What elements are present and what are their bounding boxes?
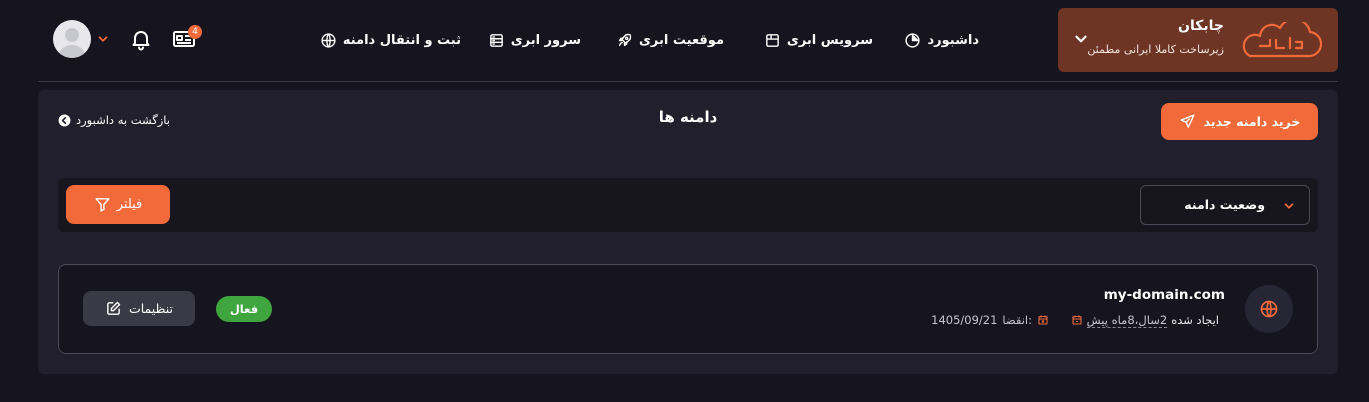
avatar[interactable] — [53, 20, 91, 58]
created-label: ایجاد شده — [1171, 313, 1219, 327]
globe-icon — [321, 32, 336, 48]
top-navbar: چابکان زیرساخت کاملا ایرانی مطمئن داشبور… — [0, 0, 1369, 80]
filter-button[interactable]: فیلتر — [66, 185, 170, 224]
filter-button-label: فیلتر — [116, 197, 143, 212]
status-badge: فعال — [216, 296, 272, 322]
domains-panel: خرید دامنه جدید دامنه ها بازگشت به داشبو… — [38, 90, 1338, 374]
rocket-icon — [618, 33, 632, 46]
page-title: دامنه ها — [658, 108, 718, 126]
chevron-left-circle-icon — [58, 114, 71, 126]
expire-date: 1405/09/21 — [931, 313, 998, 327]
buy-button-label: خرید دامنه جدید — [1203, 114, 1301, 129]
header-divider — [38, 81, 1338, 82]
chevron-down-icon — [1284, 203, 1294, 209]
nav-item-label: داشبورد — [927, 32, 979, 48]
calendar-x-icon — [1038, 315, 1048, 325]
domain-expire: انقضا: 1405/09/21 — [931, 312, 1049, 328]
nav-item-cloud-location[interactable]: موقعیت ابری — [616, 29, 724, 51]
calendar-icon — [1072, 315, 1082, 325]
nav-item-dashboard[interactable]: داشبورد — [904, 29, 979, 51]
nav-item-cloud-service[interactable]: سرویس ابری — [764, 29, 873, 51]
edit-icon — [107, 301, 121, 315]
brand-name: چابکان — [1178, 18, 1224, 34]
cloud-logo-icon — [1242, 22, 1322, 58]
bell-icon[interactable] — [129, 27, 153, 51]
server-icon — [489, 33, 503, 47]
send-icon — [1180, 114, 1195, 128]
brand-slogan: زیرساخت کاملا ایرانی مطمئن — [1087, 43, 1224, 56]
pie-chart-icon — [905, 32, 921, 48]
chevron-down-icon[interactable] — [96, 32, 110, 46]
user-avatar-icon — [58, 28, 86, 58]
nav-item-label: سرویس ابری — [786, 32, 873, 48]
news-count-badge: 4 — [188, 25, 202, 39]
nav-item-cloud-server[interactable]: سرور ابری — [488, 29, 581, 51]
nav-item-label: ثبت و انتقال دامنه — [342, 32, 461, 48]
settings-button-label: تنظیمات — [128, 301, 174, 316]
globe-icon — [1260, 300, 1278, 318]
domain-name[interactable]: my-domain.com — [1104, 287, 1225, 303]
filter-bar: وضعیت دامنه فیلتر — [58, 178, 1318, 232]
filter-icon — [95, 198, 110, 212]
nav-item-label: سرور ابری — [510, 32, 581, 48]
nav-item-domain-register[interactable]: ثبت و انتقال دامنه — [320, 29, 461, 51]
nav-item-label: موقعیت ابری — [639, 32, 724, 48]
brand-switcher[interactable]: چابکان زیرساخت کاملا ایرانی مطمئن — [1058, 8, 1338, 72]
domain-settings-button[interactable]: تنظیمات — [83, 291, 195, 326]
created-ago: 2سال،8ماه پیش — [1086, 312, 1168, 328]
status-select-value: وضعیت دامنه — [1184, 197, 1265, 212]
buy-new-domain-button[interactable]: خرید دامنه جدید — [1161, 103, 1318, 140]
back-link-label: بازگشت به داشبورد — [76, 113, 170, 127]
domain-created: 2سال،8ماه پیش ایجاد شده — [1071, 312, 1225, 328]
domain-avatar — [1245, 285, 1293, 333]
back-to-dashboard-link[interactable]: بازگشت به داشبورد — [58, 111, 170, 129]
domain-card: my-domain.com 2سال،8ماه پیش ایجاد شده ان… — [58, 264, 1318, 354]
expire-label: انقضا: — [1002, 313, 1032, 327]
box-icon — [766, 33, 779, 47]
domain-status-select[interactable]: وضعیت دامنه — [1140, 185, 1310, 225]
